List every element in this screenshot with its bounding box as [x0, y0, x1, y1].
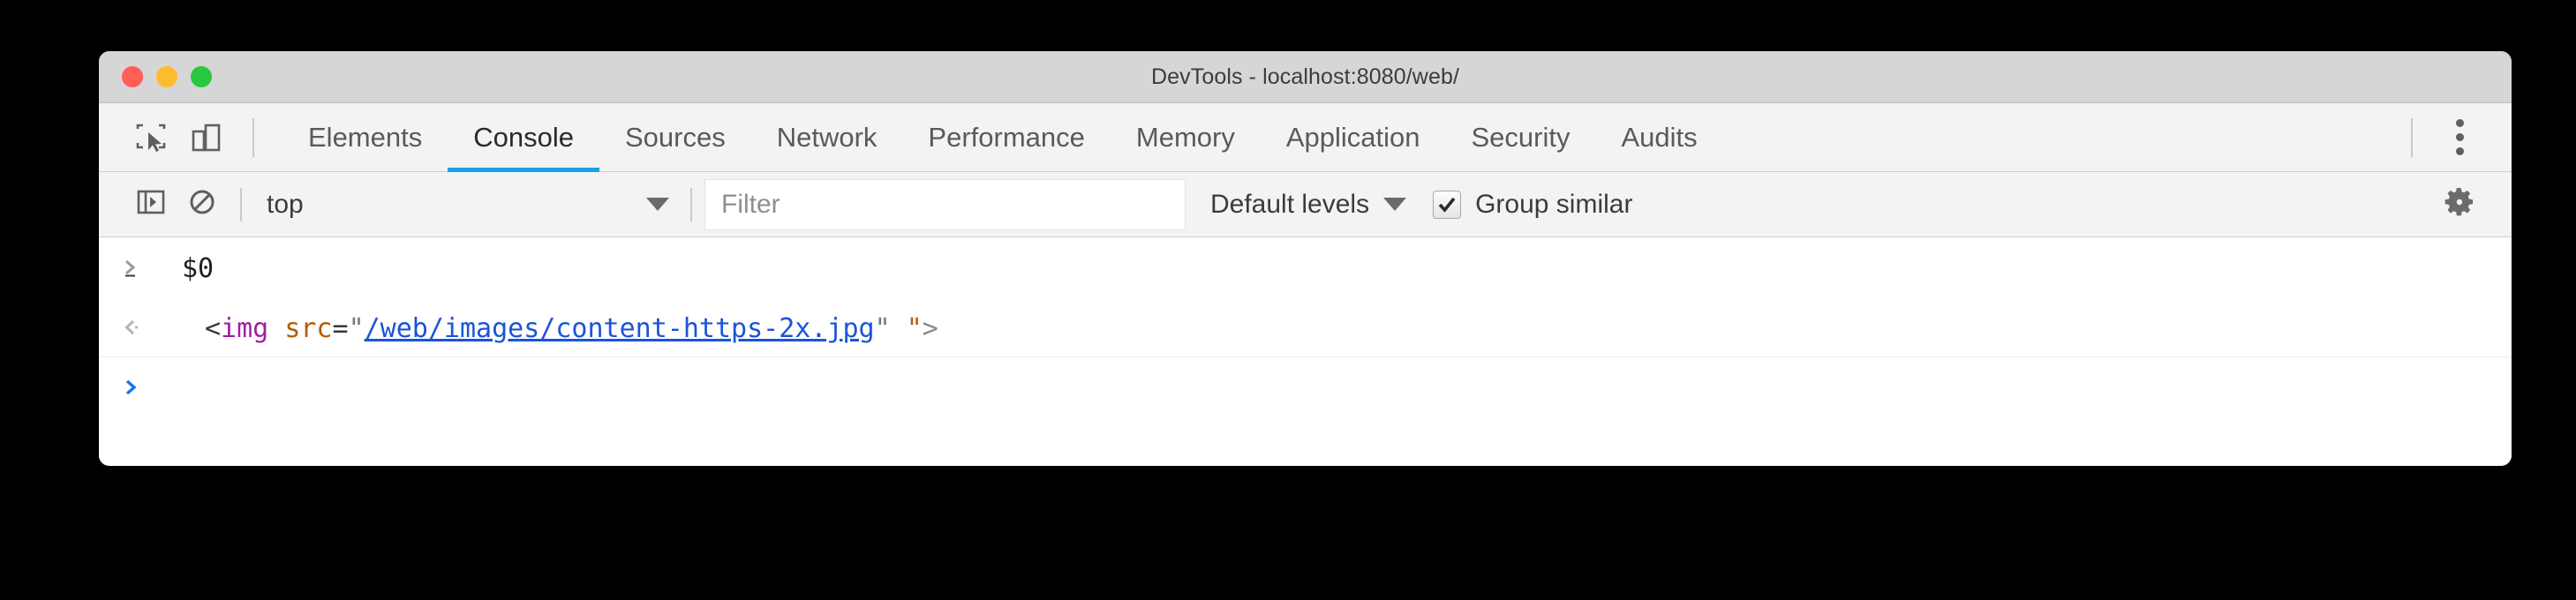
log-levels-select[interactable]: Default levels [1210, 179, 1407, 230]
console-input-text: $0 [182, 253, 215, 284]
tab-security[interactable]: Security [1446, 103, 1596, 172]
console-toolbar-divider [240, 187, 242, 221]
inspect-element-button[interactable] [124, 110, 178, 165]
tab-label: Memory [1135, 121, 1235, 153]
maximize-window-button[interactable] [191, 66, 212, 87]
devtools-tabbar: Elements Console Sources Network Perform… [99, 103, 2512, 172]
tab-label: Application [1285, 121, 1420, 153]
clear-console-button[interactable] [177, 179, 228, 230]
console-sidebar-toggle-button[interactable] [125, 179, 177, 230]
device-toolbar-icon [189, 121, 222, 154]
console-row-gutter [99, 244, 162, 284]
window-titlebar: DevTools - localhost:8080/web/ [99, 51, 2512, 103]
gear-icon [2443, 185, 2476, 223]
execution-context-value: top [267, 189, 304, 219]
console-row-gutter [99, 364, 162, 404]
console-row-gutter [99, 304, 162, 344]
execution-context-select[interactable]: top [254, 179, 678, 230]
markup-stray-quote: " [906, 313, 923, 344]
devtools-window: DevTools - localhost:8080/web/ Elements … [99, 51, 2512, 466]
input-prompt-icon [118, 255, 143, 284]
screen: DevTools - localhost:8080/web/ Elements … [0, 0, 2576, 600]
close-window-button[interactable] [122, 66, 143, 87]
markup-space [268, 313, 284, 344]
tab-label: Console [473, 121, 574, 153]
tab-audits[interactable]: Audits [1595, 103, 1722, 172]
console-filter-placeholder: Filter [721, 189, 780, 219]
group-similar-label: Group similar [1475, 189, 1633, 219]
tab-label: Elements [308, 121, 423, 153]
tab-label: Sources [624, 121, 726, 153]
tab-label: Audits [1621, 121, 1698, 153]
output-result-icon [118, 315, 143, 344]
tab-console[interactable]: Console [448, 103, 599, 172]
group-similar-checkbox[interactable] [1433, 190, 1462, 219]
chevron-down-icon [646, 198, 669, 211]
tabbar-right-divider [2411, 117, 2413, 157]
markup-close-bracket: > [922, 313, 938, 344]
checkmark-icon [1436, 194, 1457, 215]
markup-src-link[interactable]: /web/images/content-https-2x.jpg [365, 313, 875, 344]
console-toolbar: top Filter Default levels Group similar [99, 172, 2512, 237]
tab-network[interactable]: Network [751, 103, 903, 172]
active-prompt-icon [118, 375, 143, 404]
markup-attribute-name: src [284, 313, 333, 344]
more-options-button[interactable] [2432, 110, 2487, 165]
console-filter-input[interactable]: Filter [704, 178, 1186, 230]
traffic-lights [122, 51, 212, 102]
tab-memory[interactable]: Memory [1111, 103, 1261, 172]
group-similar-control[interactable]: Group similar [1433, 179, 1632, 230]
console-prompt-row[interactable] [99, 357, 2512, 423]
tab-label: Performance [928, 121, 1085, 153]
toggle-device-toolbar-button[interactable] [178, 110, 233, 165]
tab-sources[interactable]: Sources [599, 103, 751, 172]
tab-label: Security [1471, 121, 1570, 153]
devtools-settings-button[interactable] [2434, 179, 2485, 230]
console-sidebar-icon [136, 187, 166, 221]
tabbar-divider [252, 117, 254, 157]
console-output-row[interactable]: <img src="/web/images/content-https-2x.j… [99, 297, 2512, 357]
console-toolbar-divider-2 [690, 187, 692, 221]
markup-quote-open: " [348, 313, 365, 344]
tab-elements[interactable]: Elements [282, 103, 448, 172]
console-input-row[interactable]: $0 [99, 237, 2512, 297]
tabbar-right-group [2391, 110, 2512, 165]
console-toolbar-right-group [2434, 179, 2512, 230]
markup-open-bracket: < [205, 313, 222, 344]
minimize-window-button[interactable] [156, 66, 177, 87]
markup-gap [891, 313, 907, 344]
markup-tag-name: img [221, 313, 269, 344]
window-title: DevTools - localhost:8080/web/ [1150, 64, 1460, 89]
markup-equals: = [332, 313, 349, 344]
chevron-down-icon [1383, 198, 1407, 211]
more-options-icon [2455, 147, 2464, 155]
tab-list: Elements Console Sources Network Perform… [282, 103, 1723, 172]
more-options-icon [2455, 119, 2464, 127]
console-output-markup: <img src="/web/images/content-https-2x.j… [162, 304, 938, 354]
tab-performance[interactable]: Performance [902, 103, 1110, 172]
console-message-list[interactable]: $0 <img src="/web/images/content-https-2… [99, 237, 2512, 465]
tab-label: Network [776, 121, 877, 153]
markup-quote-close: " [874, 313, 891, 344]
log-levels-value: Default levels [1210, 189, 1370, 219]
more-options-icon [2455, 133, 2464, 141]
tab-application[interactable]: Application [1261, 103, 1446, 172]
clear-console-icon [187, 187, 217, 221]
inspect-element-icon [134, 121, 168, 154]
